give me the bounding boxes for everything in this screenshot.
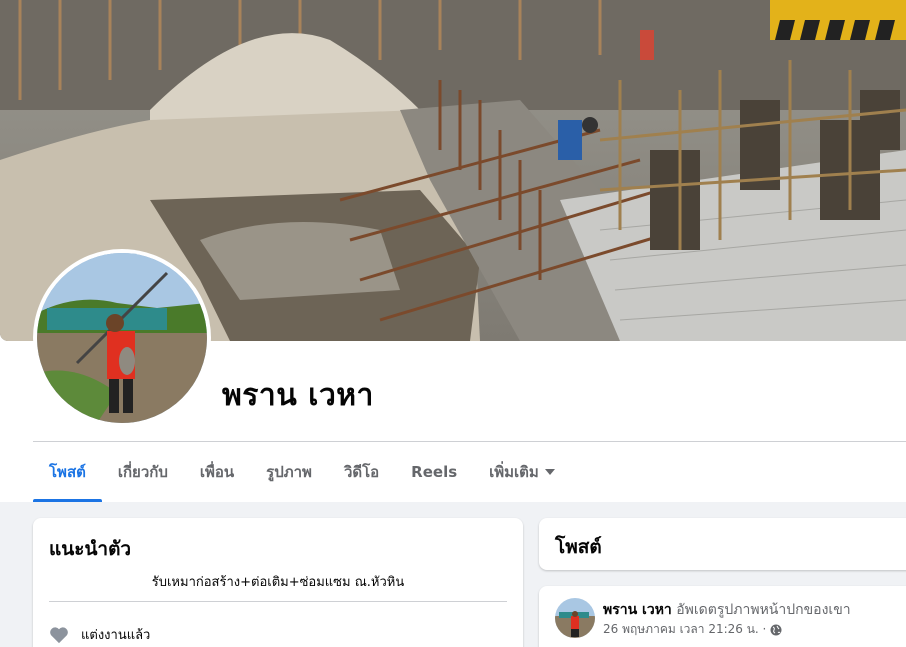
post-header: พราน เวหา อัพเดตรูปภาพหน้าปกของเขา	[603, 599, 851, 621]
tab-label: โพสต์	[49, 463, 86, 481]
tab-label: Reels	[411, 463, 458, 481]
intro-title: แนะนำตัว	[49, 538, 132, 560]
tab-label: รูปภาพ	[266, 463, 312, 481]
globe-icon	[770, 624, 782, 635]
relationship-status: แต่งงานแล้ว	[81, 628, 151, 643]
post-card: พราน เวหา อัพเดตรูปภาพหน้าปกของเขา 26 พฤ…	[539, 586, 906, 647]
tab-label: เกี่ยวกับ	[117, 463, 168, 481]
intro-bio: รับเหมาก่อสร้าง+ต่อเติม+ซ่อมแซม ณ.หัวหิน	[151, 575, 405, 590]
post-author-link[interactable]: พราน เวหา	[603, 602, 672, 618]
posts-title: โพสต์	[555, 536, 602, 558]
profile-tabs: โพสต์ เกี่ยวกับ เพื่อน รูปภาพ วิดีโอ Ree…	[33, 442, 571, 502]
profile-avatar[interactable]	[33, 249, 211, 427]
relationship-row: แต่งงานแล้ว	[49, 624, 150, 645]
tab-label: เพิ่มเติม	[489, 463, 539, 481]
caret-down-icon	[544, 469, 555, 475]
post-timestamp[interactable]: 26 พฤษภาคม เวลา 21:26 น. ·	[603, 620, 766, 639]
tab-videos[interactable]: วิดีโอ	[328, 442, 395, 502]
post-avatar[interactable]	[555, 598, 595, 638]
heart-icon	[50, 626, 68, 643]
tab-label: วิดีโอ	[343, 463, 380, 481]
post-action-text: อัพเดตรูปภาพหน้าปกของเขา	[676, 602, 851, 618]
tab-more[interactable]: เพิ่มเติม	[473, 442, 571, 502]
tab-about[interactable]: เกี่ยวกับ	[102, 442, 184, 502]
tab-posts[interactable]: โพสต์	[33, 442, 102, 502]
profile-name: พราน เวหา	[222, 378, 374, 413]
tab-reels[interactable]: Reels	[395, 442, 473, 502]
tab-friends[interactable]: เพื่อน	[184, 442, 250, 502]
posts-header-card: โพสต์	[539, 518, 906, 570]
intro-divider	[49, 601, 507, 602]
tab-label: เพื่อน	[199, 463, 235, 481]
post-meta: 26 พฤษภาคม เวลา 21:26 น. ·	[603, 620, 782, 639]
tab-photos[interactable]: รูปภาพ	[250, 442, 328, 502]
intro-card: แนะนำตัว รับเหมาก่อสร้าง+ต่อเติม+ซ่อมแซม…	[33, 518, 523, 647]
